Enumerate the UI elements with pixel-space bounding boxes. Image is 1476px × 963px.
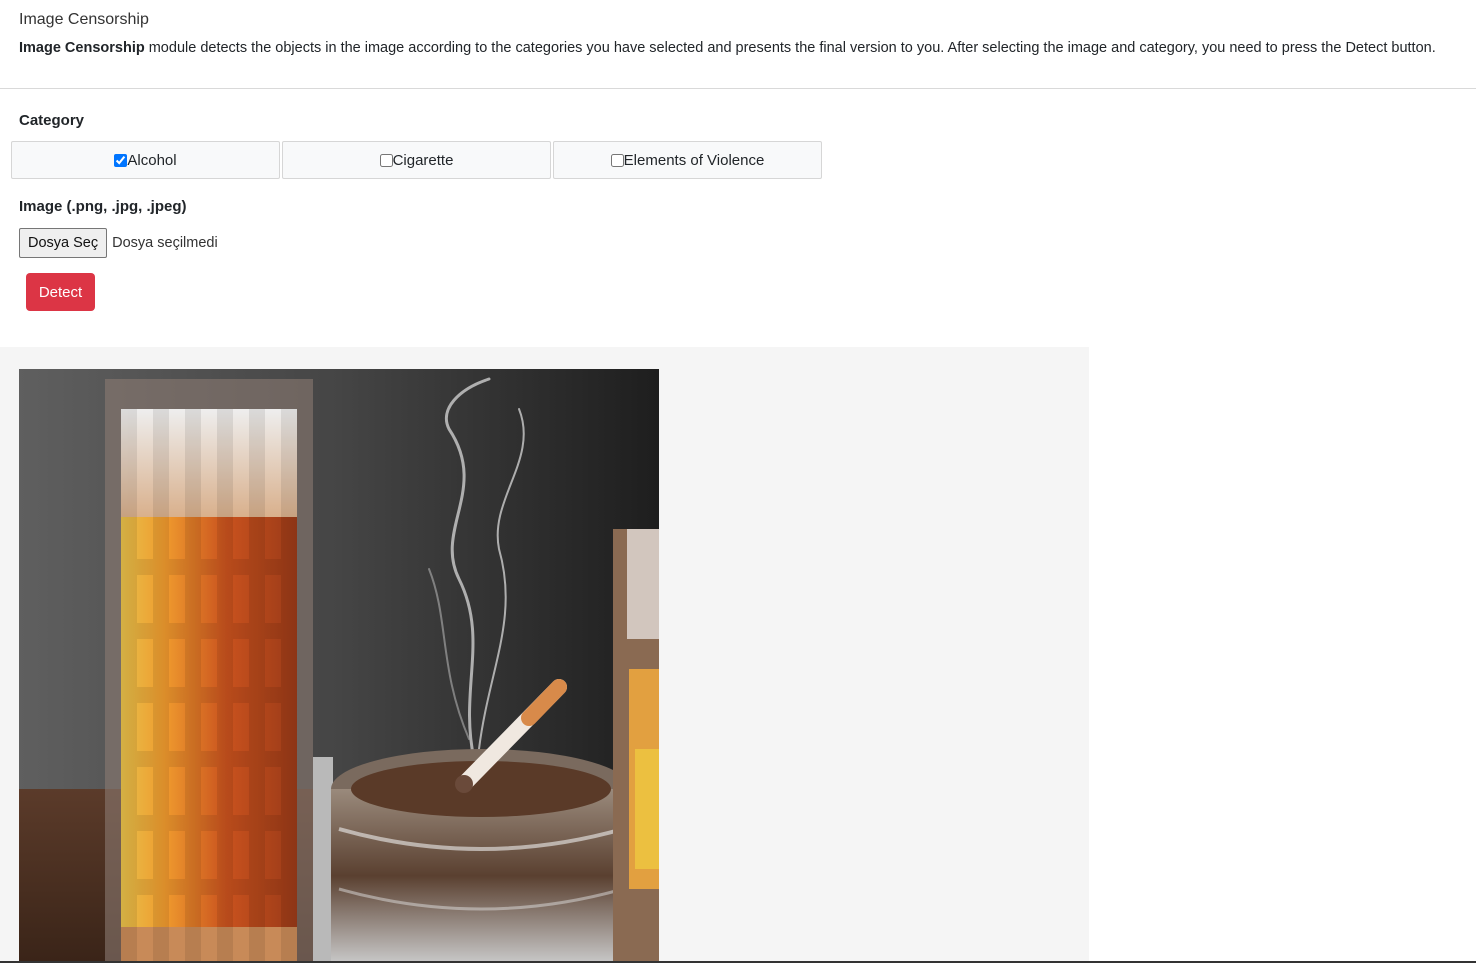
- cigarette-checkbox[interactable]: [379, 153, 393, 167]
- alcohol-checkbox[interactable]: [114, 153, 128, 167]
- file-input: Dosya Seç Dosya seçilmedi: [19, 228, 218, 258]
- category-option-cigarette[interactable]: Cigarette: [282, 141, 551, 179]
- category-options: Alcohol Cigarette Elements of Violence: [11, 141, 824, 179]
- description-text: module detects the objects in the image …: [144, 40, 1436, 56]
- violence-checkbox[interactable]: [610, 153, 624, 167]
- category-option-label: Cigarette: [392, 151, 454, 169]
- detect-button[interactable]: Detect: [26, 273, 95, 311]
- category-option-alcohol[interactable]: Alcohol: [11, 141, 280, 179]
- page-title: Image Censorship: [19, 11, 149, 28]
- description-bold: Image Censorship: [19, 40, 145, 56]
- module-description: Image Censorship module detects the obje…: [19, 40, 1436, 56]
- category-option-label: Elements of Violence: [623, 151, 765, 169]
- censored-result-image: [19, 369, 659, 963]
- category-label: Category: [19, 112, 85, 129]
- file-status: Dosya seçilmedi: [112, 235, 218, 251]
- category-option-label: Alcohol: [127, 151, 177, 169]
- pixelated-glass: [105, 379, 313, 963]
- category-option-violence[interactable]: Elements of Violence: [553, 141, 822, 179]
- pixelated-glass-right: [613, 529, 659, 963]
- divider: [0, 88, 1476, 89]
- choose-file-button[interactable]: Dosya Seç: [19, 228, 108, 258]
- image-input-label: Image (.png, .jpg, .jpeg): [19, 198, 187, 215]
